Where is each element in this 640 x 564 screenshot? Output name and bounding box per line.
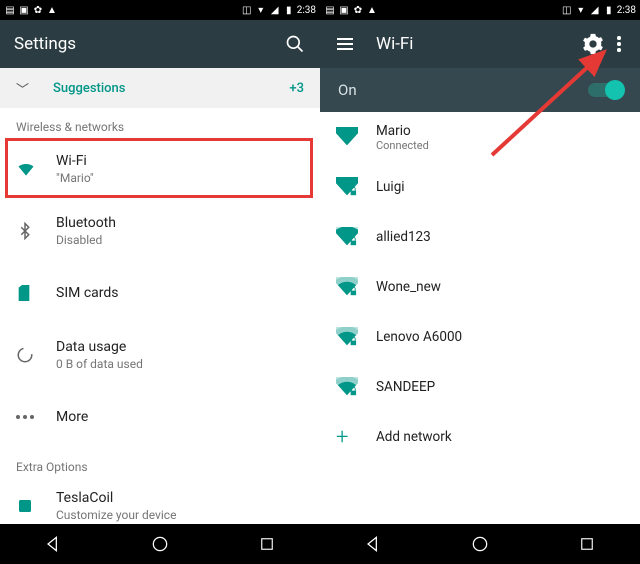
wifi-header: Wi-Fi [320,20,640,68]
wifi-signal-icon [336,177,376,197]
network-row[interactable]: SANDEEP [320,362,640,412]
search-icon[interactable] [284,33,306,55]
network-sub: Connected [376,139,429,152]
data-icon [16,346,56,364]
battery-icon: ▮ [603,4,615,16]
sim-row[interactable]: SIM cards [0,262,320,324]
status-bar: ▤ ▣ ✿ ▲ ◫ ▾ ◢ ▮ 2:38 [320,0,640,20]
notif-icon: ▤ [4,4,16,16]
picture-icon: ▣ [18,4,30,16]
signal-icon: ◢ [589,4,601,16]
suggestions-label: Suggestions [53,81,125,96]
nav-bar [0,524,320,564]
page-title: Wi-Fi [376,34,413,54]
add-network-row[interactable]: + Add network [320,412,640,462]
data-usage-row[interactable]: Data usage0 B of data used [0,324,320,386]
bluetooth-row[interactable]: BluetoothDisabled [0,200,320,262]
wifi-row[interactable]: Wi-Fi"Mario" [0,138,320,200]
network-list: MarioConnected Luigi allied123 Wone_new … [320,112,640,412]
warning-icon: ▲ [46,4,58,16]
nav-bar [320,524,640,564]
wifi-signal-icon [336,377,376,397]
more-row[interactable]: More [0,386,320,448]
recents-button[interactable] [576,533,598,555]
menu-button[interactable] [334,33,356,55]
recents-button[interactable] [256,533,278,555]
more-icon [16,415,56,419]
add-network-label: Add network [376,429,452,445]
wifi-signal-icon [336,327,376,347]
bluetooth-icon [16,222,56,240]
clock: 2:38 [617,5,636,16]
notif-icon: ▤ [324,4,336,16]
status-bar: ▤ ▣ ✿ ▲ ◫ ▾ ◢ ▮ 2:38 [0,0,320,20]
section-extra: Extra Options [0,448,320,478]
wifi-signal-icon [336,227,376,247]
plus-icon: + [336,425,376,450]
vibrate-icon: ◫ [561,4,573,16]
settings-screen: ▤ ▣ ✿ ▲ ◫ ▾ ◢ ▮ 2:38 Settings ﹀ Suggesti… [0,0,320,564]
battery-icon: ▮ [283,4,295,16]
gear-icon: ✿ [32,4,44,16]
chevron-down-icon: ﹀ [16,79,29,98]
network-row[interactable]: Lenovo A6000 [320,312,640,362]
wifi-status-icon: ▾ [255,4,267,16]
wifi-icon [16,159,56,179]
back-button[interactable] [362,533,384,555]
network-row[interactable]: Wone_new [320,262,640,312]
vibrate-icon: ◫ [241,4,253,16]
network-name: Lenovo A6000 [376,329,462,345]
home-button[interactable] [149,533,171,555]
gear-icon: ✿ [352,4,364,16]
signal-icon: ◢ [269,4,281,16]
back-button[interactable] [42,533,64,555]
settings-header: Settings [0,20,320,68]
home-button[interactable] [469,533,491,555]
wifi-signal-icon [336,277,376,297]
suggestions-row[interactable]: ﹀ Suggestions +3 [0,68,320,108]
section-wireless: Wireless & networks [0,108,320,138]
network-name: SANDEEP [376,379,435,395]
page-title: Settings [14,34,76,54]
wifi-state-row: On [320,68,640,112]
picture-icon: ▣ [338,4,350,16]
wifi-signal-icon [336,127,376,147]
wifi-toggle[interactable] [588,83,622,97]
network-name: Luigi [376,179,405,195]
wifi-screen: ▤ ▣ ✿ ▲ ◫ ▾ ◢ ▮ 2:38 Wi-Fi On MarioConne… [320,0,640,564]
network-row[interactable]: allied123 [320,212,640,262]
warning-icon: ▲ [366,4,378,16]
wifi-status-icon: ▾ [575,4,587,16]
network-name: allied123 [376,229,431,245]
sim-icon [16,283,56,303]
overflow-menu[interactable] [612,33,626,55]
network-name: Mario [376,123,429,139]
network-name: Wone_new [376,279,441,295]
network-row[interactable]: Luigi [320,162,640,212]
teslacoil-icon [16,497,56,515]
clock: 2:38 [297,5,316,16]
suggestions-count: +3 [289,81,304,96]
wifi-state: On [338,81,357,99]
settings-gear-icon[interactable] [582,33,604,55]
network-row[interactable]: MarioConnected [320,112,640,162]
